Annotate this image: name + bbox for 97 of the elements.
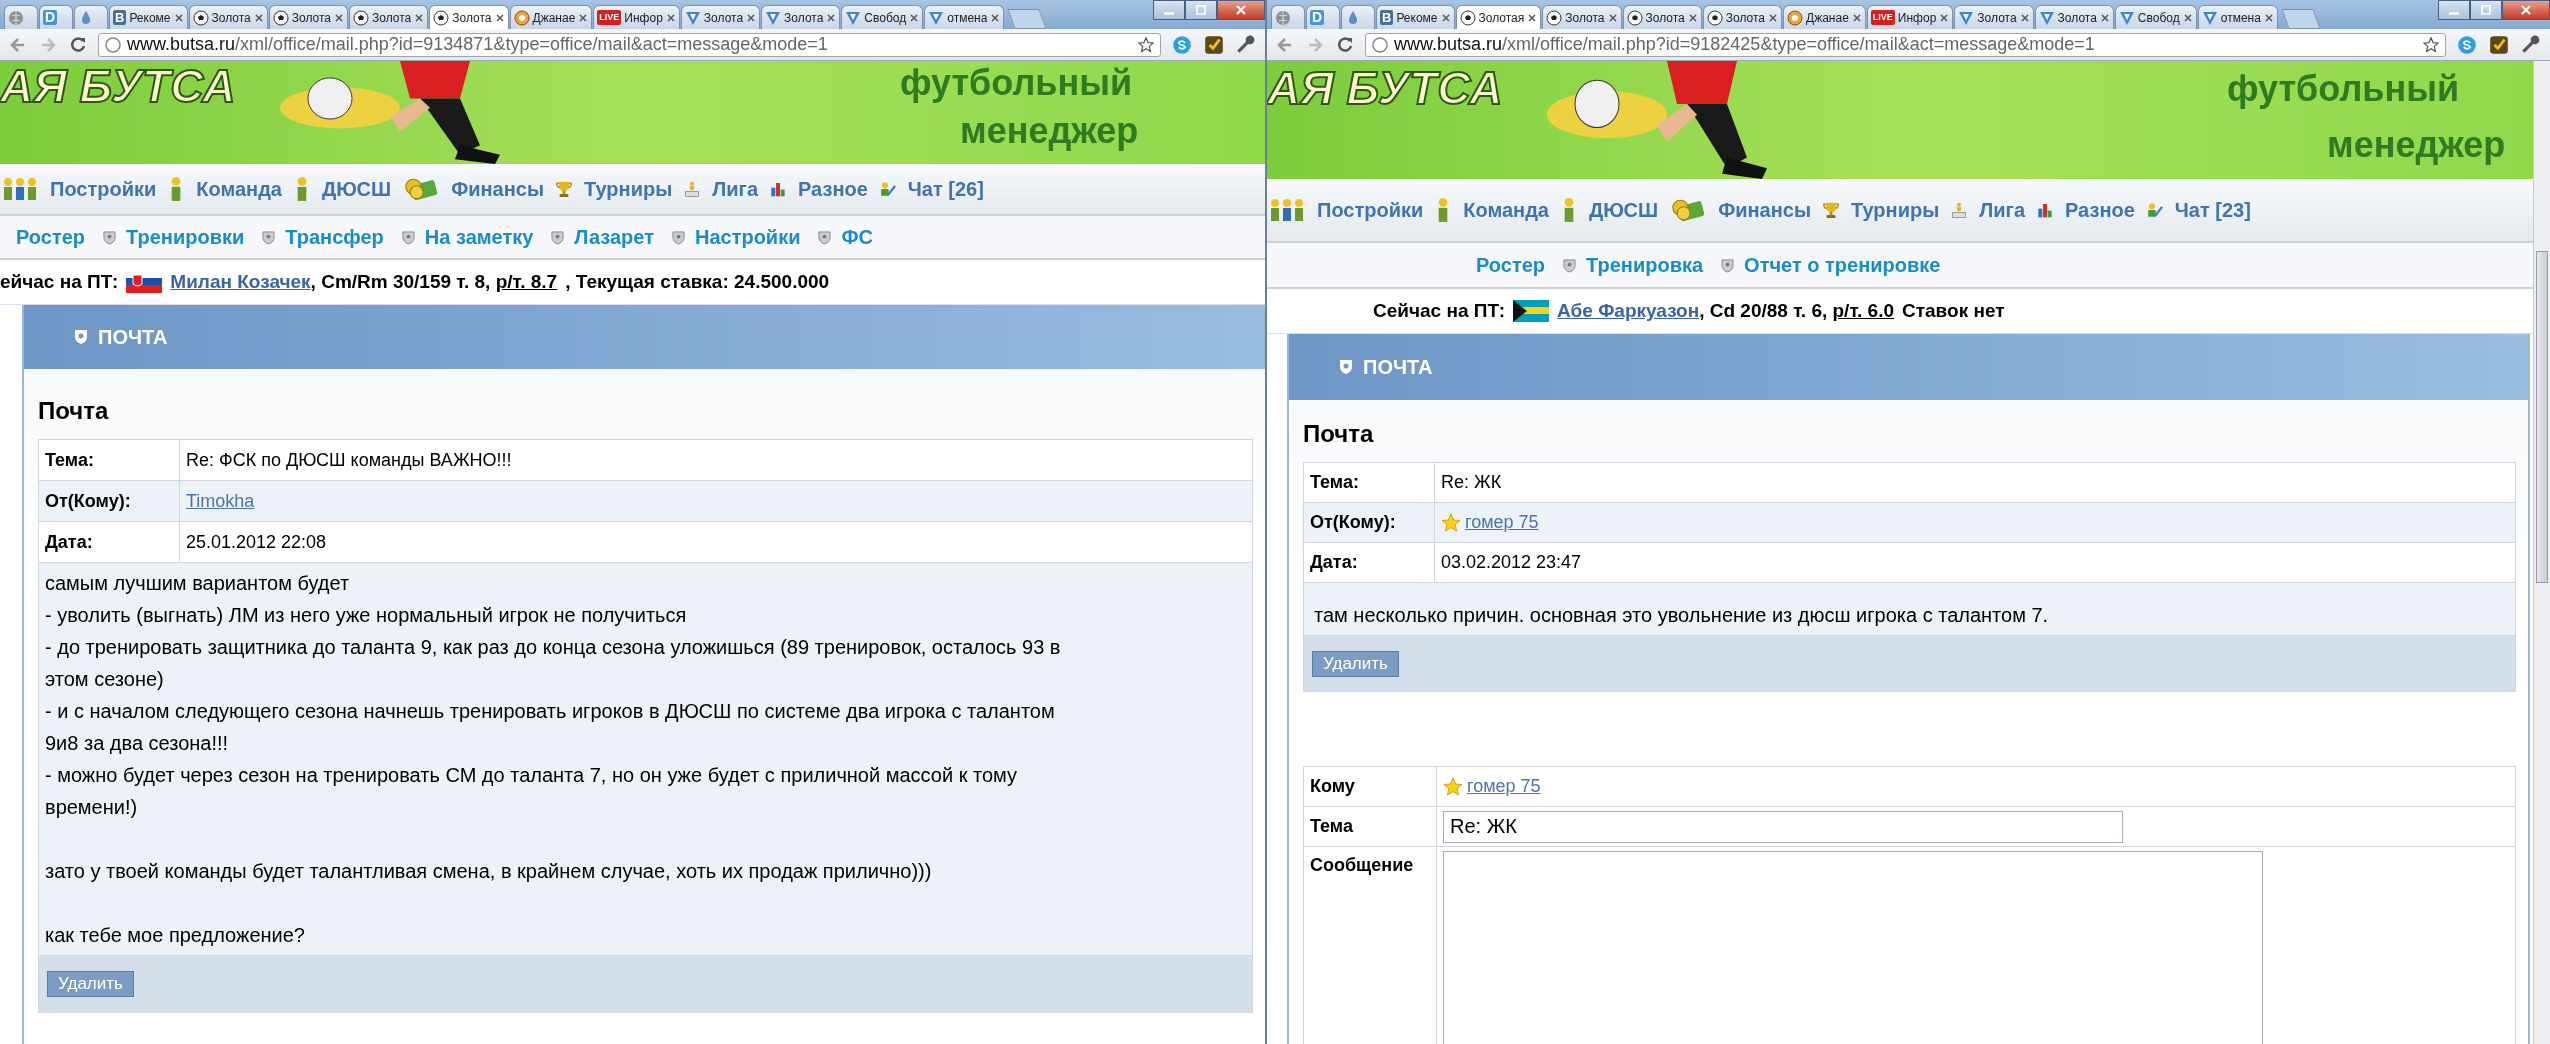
browser-tab[interactable]: Золота	[268, 5, 349, 29]
delete-button[interactable]: Удалить	[47, 971, 134, 997]
message-text: там несколько причин. основная это увольнение из дюсш игрока с талантом 7.	[1303, 582, 2516, 636]
nav-link[interactable]: Турниры	[1851, 198, 1940, 222]
field-label: От(Кому):	[38, 480, 180, 522]
address-field[interactable]: www.butsa.ru/xml/office/mail.php?id=9182425&type=office/mail&act=message&mode=1	[1365, 32, 2446, 57]
delete-button[interactable]: Удалить	[1312, 650, 1399, 677]
page-heading: Почта	[37, 396, 110, 426]
subnav-link[interactable]: Тренировка	[1586, 253, 1704, 277]
browser-tab[interactable]: Свобод	[841, 5, 924, 29]
bid-info: Ставок нет	[1902, 300, 2005, 322]
subnav-link[interactable]: Ростер	[16, 225, 86, 249]
nav-link[interactable]: Постройки	[1317, 198, 1424, 222]
field-label: Кому	[1303, 766, 1437, 807]
browser-tab[interactable]: Золота	[349, 5, 429, 29]
nav-link[interactable]: ДЮСШ	[322, 177, 392, 201]
browser-tab[interactable]: Золота	[1702, 5, 1783, 29]
field-value: 25.01.2012 22:08	[186, 531, 327, 552]
browser-tab[interactable]: Золота	[2034, 5, 2114, 29]
tagline: футбольный	[900, 65, 1133, 101]
browser-tab[interactable]: Золота	[1954, 5, 2034, 29]
browser-tab[interactable]: Джанае	[1783, 5, 1866, 29]
browser-tab[interactable]: отмена	[924, 5, 1005, 29]
subnav-link[interactable]: Ростер	[1476, 253, 1546, 277]
page-heading: Почта	[1302, 419, 1375, 449]
nav-link[interactable]: Лига	[712, 177, 758, 201]
transfer-label: Сейчас на ПТ:	[1373, 300, 1506, 322]
letter-icon: D	[1310, 10, 1325, 25]
nav-link[interactable]: Финансы	[451, 177, 544, 201]
address-field[interactable]: www.butsa.ru/xml/office/mail.php?id=9134871&type=office/mail&act=message&mode=1	[98, 32, 1161, 57]
nav-link[interactable]: Команда	[1463, 198, 1549, 222]
rating-link[interactable]: р/т. 6.0	[1832, 300, 1894, 321]
field-label: От(Кому):	[1303, 502, 1435, 543]
letter-icon: D	[43, 10, 58, 25]
nav-link[interactable]: Турниры	[584, 177, 673, 201]
browser-tab[interactable]: Золота	[1542, 5, 1622, 29]
section-title: ПОЧТА	[98, 325, 168, 349]
player-details: , Cd 20/88 т. 6,	[1699, 300, 1828, 321]
browser-tab[interactable]: В Рекоме	[109, 5, 188, 29]
field-label: Дата:	[1303, 542, 1435, 583]
nav-link[interactable]: Чат [23]	[2174, 198, 2251, 222]
browser-tab[interactable]: Джанае	[509, 5, 593, 29]
browser-tab[interactable]: D	[39, 5, 73, 29]
recipient-link[interactable]: гомер 75	[1467, 775, 1541, 796]
nav-link[interactable]: Лига	[1979, 198, 2025, 222]
rating-link[interactable]: р/т. 8.7	[495, 271, 558, 292]
subnav-link[interactable]: Отчет о тренировке	[1744, 253, 1941, 277]
browser-tab[interactable]: В Рекоме	[1376, 5, 1455, 29]
nav-link[interactable]: Команда	[196, 177, 282, 201]
subnav-link[interactable]: ФС	[841, 225, 873, 249]
subnav-link[interactable]: Тренировки	[126, 225, 245, 249]
subnav-link[interactable]: Трансфер	[285, 225, 384, 249]
browser-tab[interactable]: Золота	[680, 5, 761, 29]
subnav-link[interactable]: Настройки	[694, 225, 801, 249]
browser-tab[interactable]: LIVE Инфор	[593, 5, 680, 29]
field-label: Тема:	[1303, 462, 1435, 503]
nav-link[interactable]: Финансы	[1718, 198, 1811, 222]
sender-link[interactable]: Timokha	[186, 490, 255, 511]
browser-tab[interactable]: отмена	[2197, 5, 2278, 29]
section-title: ПОЧТА	[1363, 355, 1433, 379]
browser-tab[interactable]: LIVE Инфор	[1866, 5, 1954, 29]
field-value: Re: ЖК	[1441, 472, 1502, 492]
field-label: Тема	[1303, 806, 1437, 847]
transfer-label: ейчас на ПТ:	[0, 271, 119, 293]
tagline: менеджер	[2327, 127, 2506, 163]
tagline: футбольный	[2227, 71, 2460, 107]
field-value: 03.02.2012 23:47	[1441, 552, 1582, 572]
field-label: Тема:	[38, 439, 180, 481]
browser-tab[interactable]: Свобод	[2114, 5, 2197, 29]
browser-tab[interactable]: Золота	[429, 5, 509, 29]
browser-tab[interactable]: Золота	[761, 5, 841, 29]
nav-link[interactable]: ДЮСШ	[1589, 198, 1659, 222]
field-label: Сообщение	[1303, 846, 1437, 1044]
sender-link[interactable]: гомер 75	[1465, 511, 1539, 532]
nav-link[interactable]: Разное	[798, 177, 868, 201]
field-value: Re: ФСК по ДЮСШ команды ВАЖНО!!!	[186, 449, 512, 470]
nav-link[interactable]: Постройки	[50, 177, 157, 201]
message-text: самым лучшим вариантом будет - уволить (выгнать) ЛМ из него уже нормальный игрок не получиться - до тренировать защитника до таланта 9, как раз до конца сезона уложишься (89 тренировок, осталось 93 в этом сезоне) - и с началом следующего сезона начнешь тренировать игроков в ДЮСШ по системе два игрока с талантом 9и8 за два сезона!!! - можно будет через сезон на тренировать СМ до таланта 7, но он уже будет с приличной массой к тому времени!) зато у твоей команды будет талантливая смена, в крайнем случае, хоть их продаж прилично))) как тебе мое предложение?	[38, 562, 1253, 956]
letter-icon: В	[113, 10, 127, 25]
letter-icon: В	[1380, 10, 1394, 25]
live-icon: LIVE	[1870, 10, 1895, 25]
player-link[interactable]: Милан Козачек	[170, 271, 311, 292]
browser-tab[interactable]: Золота	[188, 5, 268, 29]
browser-tab[interactable]: Золота	[1622, 5, 1702, 29]
player-details: , Cm/Rm 30/159 т. 8,	[310, 271, 491, 292]
bid-info: , Текущая ставка: 24.500.000	[565, 271, 830, 293]
browser-tab[interactable]: Золотая	[1455, 5, 1542, 29]
nav-link[interactable]: Чат [26]	[907, 177, 984, 201]
player-link[interactable]: Абе Фаркуазон	[1557, 300, 1700, 321]
subnav-link[interactable]: Лазарет	[574, 225, 654, 249]
field-label: Дата:	[38, 521, 180, 563]
live-icon: LIVE	[597, 10, 622, 25]
browser-tab[interactable]: D	[1306, 5, 1340, 29]
subnav-link[interactable]: На заметку	[424, 225, 534, 249]
tagline: менеджер	[960, 113, 1139, 149]
nav-link[interactable]: Разное	[2065, 198, 2135, 222]
subject-field[interactable]: Re: ЖК	[1443, 810, 2123, 843]
